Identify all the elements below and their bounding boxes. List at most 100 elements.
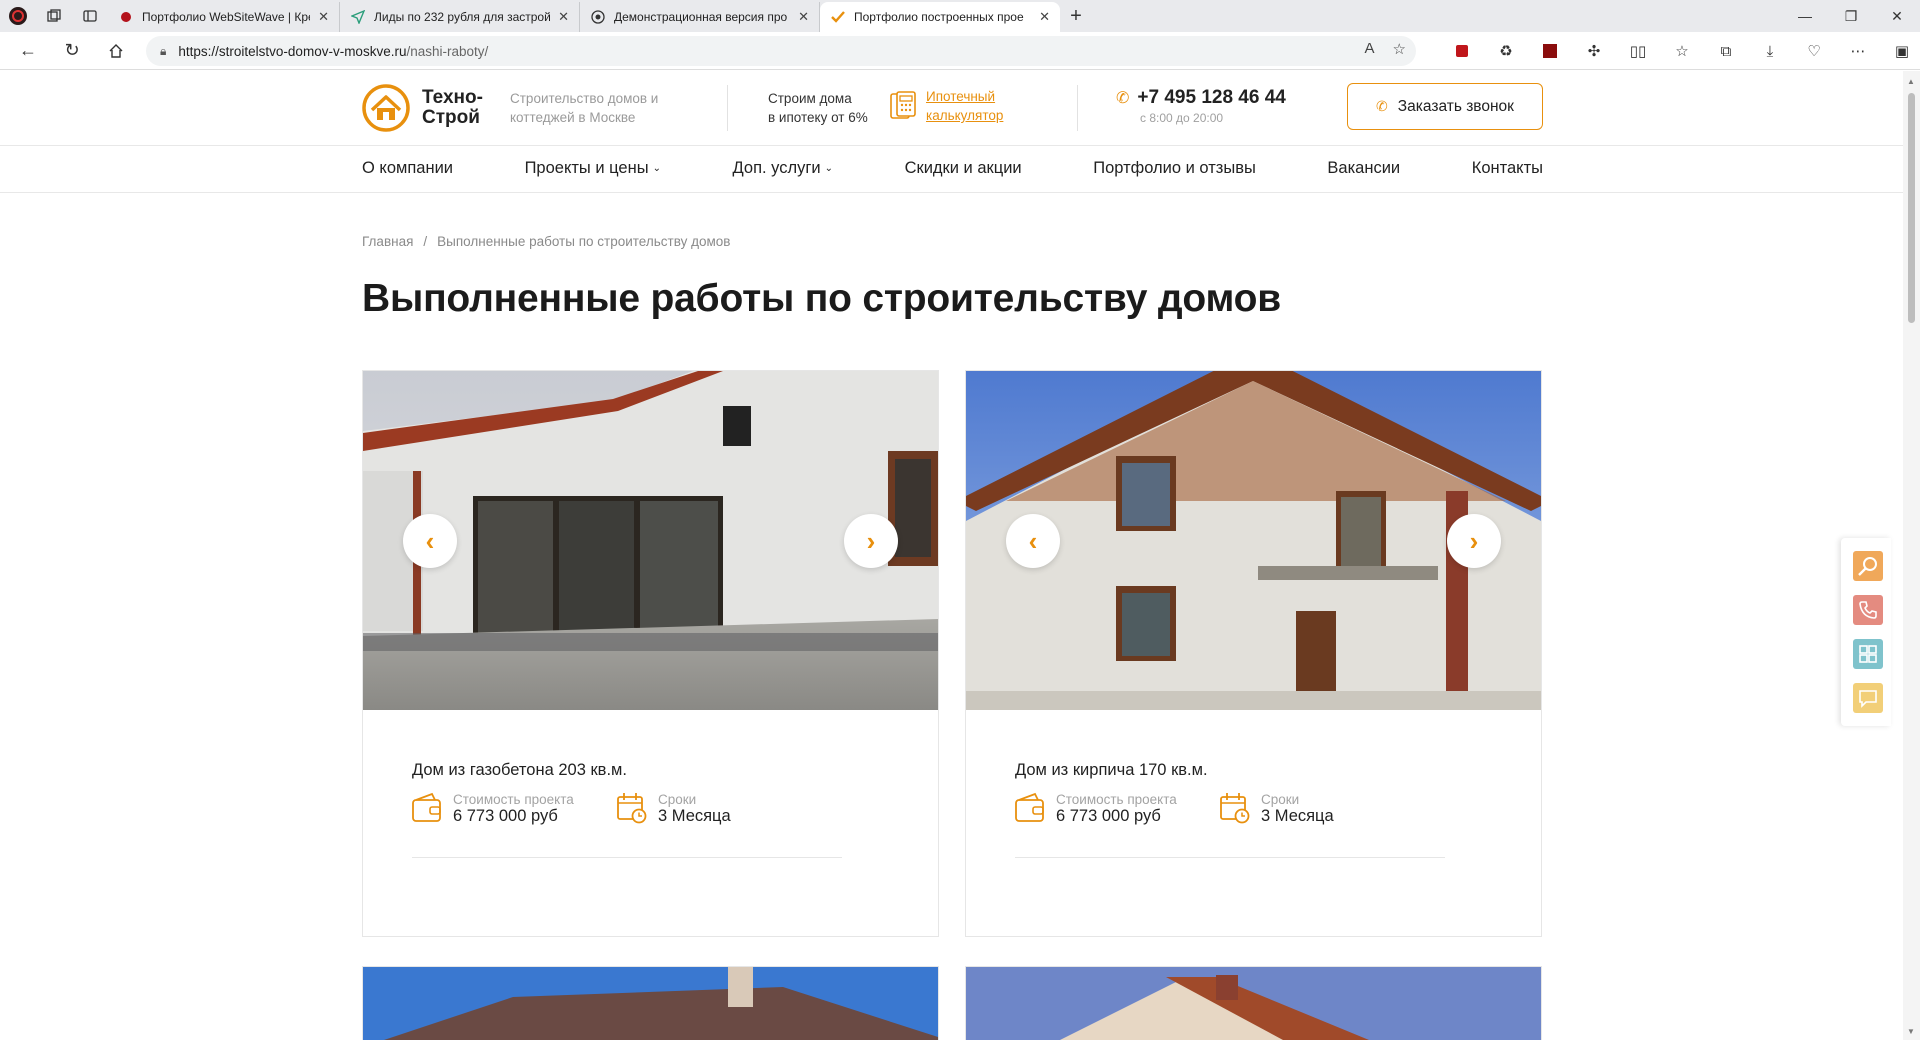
extension-recycle-icon[interactable]: ♻ <box>1484 42 1528 60</box>
minimize-icon[interactable]: — <box>1782 0 1828 32</box>
slider-prev-button[interactable]: ‹ <box>1006 514 1060 568</box>
nav-label: Контакты <box>1471 158 1543 177</box>
close-tab-icon[interactable]: ✕ <box>558 9 569 25</box>
site-logo[interactable]: Техно- Строй <box>362 84 483 132</box>
calc-link-line1[interactable]: Ипотечный <box>926 89 995 104</box>
browser-tab[interactable]: Демонстрационная версия про ✕ <box>580 2 820 32</box>
phone-number[interactable]: +7 495 128 46 44 <box>1137 87 1285 109</box>
cost-value: 6 773 000 руб <box>453 807 558 825</box>
project-title[interactable]: Дом из газобетона 203 кв.м. <box>412 761 627 780</box>
collections-icon[interactable]: ⧉ <box>1704 43 1748 60</box>
nav-item-discounts[interactable]: Скидки и акции <box>905 159 1022 178</box>
home-icon[interactable] <box>94 32 138 70</box>
breadcrumb-current: Выполненные работы по строительству домо… <box>437 234 731 249</box>
tab-label: Портфолио построенных прое <box>854 10 1024 24</box>
scroll-up-icon[interactable]: ▲ <box>1907 77 1915 86</box>
slider-next-button[interactable]: › <box>1447 514 1501 568</box>
close-tab-icon[interactable]: ✕ <box>798 9 809 25</box>
project-cost: Стоимость проекта 6 773 000 руб <box>1015 792 1177 825</box>
close-tab-icon[interactable]: ✕ <box>318 9 329 25</box>
slider-next-button[interactable]: › <box>844 514 898 568</box>
slider-prev-button[interactable]: ‹ <box>403 514 457 568</box>
browser-tab[interactable]: Лиды по 232 рубля для застрой ✕ <box>340 2 580 32</box>
nav-bottom-border <box>0 192 1903 193</box>
scroll-down-icon[interactable]: ▼ <box>1907 1027 1915 1036</box>
mortgage-note-line2: в ипотеку от 6% <box>768 110 868 125</box>
favorite-star-icon[interactable]: ☆ <box>1393 40 1406 58</box>
nav-item-contacts[interactable]: Контакты <box>1472 159 1543 178</box>
browser-profile-icon[interactable] <box>0 0 36 32</box>
nav-label: Доп. услуги <box>732 158 821 177</box>
site-info-lock-icon[interactable]: 🔒︎ <box>160 44 166 59</box>
page-viewport: Техно- Строй Строительство домов и котте… <box>0 71 1903 1040</box>
project-cost: Стоимость проекта 6 773 000 руб <box>412 792 574 825</box>
grid-icon[interactable] <box>1853 639 1883 669</box>
chat-icon[interactable] <box>1853 683 1883 713</box>
breadcrumb-home-link[interactable]: Главная <box>362 234 413 249</box>
workspaces-icon[interactable] <box>36 0 72 32</box>
read-aloud-icon[interactable]: A <box>1365 40 1375 58</box>
nav-item-portfolio[interactable]: Портфолио и отзывы <box>1093 159 1256 178</box>
chevron-left-icon: ‹ <box>1028 526 1038 556</box>
project-card <box>362 966 939 1040</box>
header-divider <box>727 85 728 131</box>
vertical-tabs-icon[interactable] <box>72 0 108 32</box>
card-divider <box>1015 857 1445 858</box>
favorites-icon[interactable]: ☆ <box>1660 42 1704 60</box>
calendar-clock-icon <box>617 793 647 824</box>
back-arrow-icon[interactable]: ← <box>6 32 50 70</box>
restore-icon[interactable]: ❐ <box>1828 0 1874 32</box>
header-divider <box>1077 85 1078 131</box>
chevron-right-icon: › <box>866 526 876 556</box>
downloads-icon[interactable]: ⤓ <box>1748 43 1792 60</box>
phone-icon: ✆ <box>1116 90 1130 107</box>
calendar-clock-icon <box>1220 793 1250 824</box>
close-tab-icon[interactable]: ✕ <box>1039 9 1050 25</box>
nav-item-about[interactable]: О компании <box>362 159 453 178</box>
mortgage-calculator-link[interactable]: Ипотечный калькулятор <box>890 87 1003 125</box>
browser-tab[interactable]: Портфолио WebSiteWave | Креа ✕ <box>108 2 340 32</box>
phone-icon[interactable] <box>1853 595 1883 625</box>
cost-label: Стоимость проекта <box>453 792 574 807</box>
breadcrumb-separator: / <box>423 234 428 249</box>
project-title[interactable]: Дом из кирпича 170 кв.м. <box>1015 761 1208 780</box>
phone-block[interactable]: ✆ +7 495 128 46 44 с 8:00 до 20:00 <box>1116 87 1286 125</box>
cost-value: 6 773 000 руб <box>1056 807 1161 825</box>
website-favicon-icon <box>118 9 134 25</box>
mortgage-note: Строим дома в ипотеку от 6% <box>768 89 868 127</box>
search-icon[interactable] <box>1853 551 1883 581</box>
split-screen-icon[interactable]: ▯▯ <box>1616 42 1660 60</box>
callback-button-label: Заказать звонок <box>1397 97 1514 115</box>
browser-essentials-icon[interactable]: ♡ <box>1792 42 1836 60</box>
cost-label: Стоимость проекта <box>1056 792 1177 807</box>
extension-shield-icon[interactable] <box>1440 43 1484 59</box>
nav-label: Вакансии <box>1327 158 1401 177</box>
page-scrollbar[interactable]: ▲ ▼ <box>1903 71 1920 1040</box>
settings-more-icon[interactable]: ⋯ <box>1836 42 1880 60</box>
term-label: Сроки <box>658 792 697 807</box>
term-value: 3 Месяца <box>1261 807 1334 825</box>
sidebar-toggle-icon[interactable]: ▣ <box>1880 42 1920 60</box>
extension-red-square-icon[interactable] <box>1528 44 1572 58</box>
logo-text-line1: Техно- <box>422 87 483 108</box>
calc-link-line2[interactable]: калькулятор <box>926 108 1003 123</box>
close-window-icon[interactable]: ✕ <box>1874 0 1920 32</box>
callback-button[interactable]: ✆ Заказать звонок <box>1347 83 1543 130</box>
nav-label: О компании <box>362 158 453 177</box>
refresh-icon[interactable]: ↻ <box>50 32 94 70</box>
tab-label: Портфолио WebSiteWave | Креа <box>142 10 311 24</box>
url-host: https://stroitelstvo-domov-v-moskve.ru <box>178 43 407 59</box>
nav-item-vacancies[interactable]: Вакансии <box>1327 159 1400 178</box>
house-photo-preview <box>363 967 938 1040</box>
scrollbar-thumb[interactable] <box>1908 93 1915 323</box>
site-tagline: Строительство домов и коттеджей в Москве <box>510 91 659 125</box>
phone-icon: ✆ <box>1376 98 1388 114</box>
extensions-puzzle-icon[interactable]: ✣ <box>1572 42 1616 60</box>
tab-label: Лиды по 232 рубля для застрой <box>374 10 551 24</box>
browser-tab-active[interactable]: Портфолио построенных прое ✕ <box>820 2 1060 32</box>
chevron-down-icon: ⌄ <box>652 162 661 174</box>
nav-item-projects[interactable]: Проекты и цены ⌄ <box>525 159 661 178</box>
nav-item-services[interactable]: Доп. услуги ⌄ <box>733 159 833 178</box>
new-tab-plus-icon[interactable]: + <box>1060 0 1092 32</box>
url-field[interactable]: 🔒︎ https://stroitelstvo-domov-v-moskve.r… <box>146 36 1416 66</box>
